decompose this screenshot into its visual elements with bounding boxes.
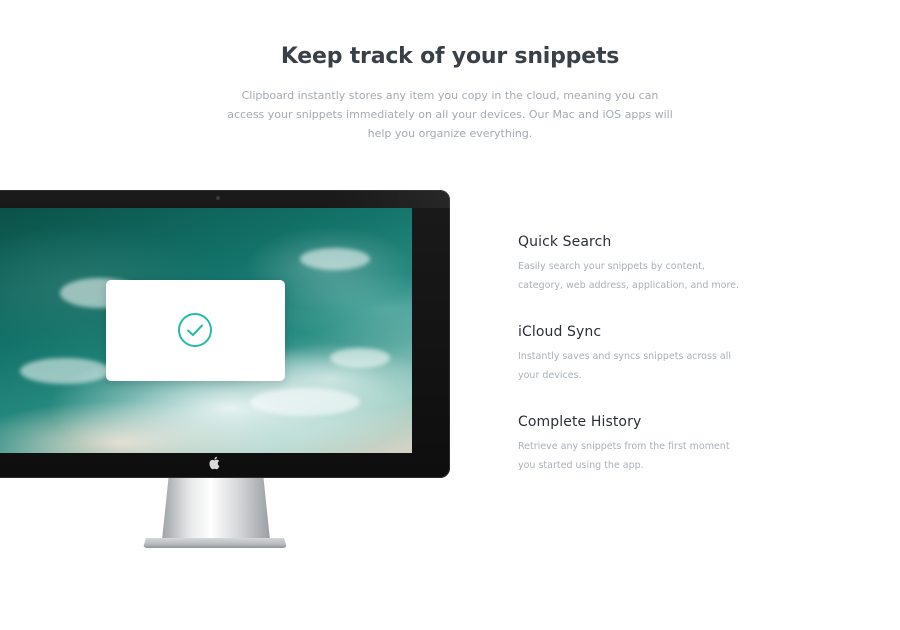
feature-icloud-sync: iCloud Sync Instantly saves and syncs sn… <box>518 324 748 385</box>
foam-patch <box>300 248 370 270</box>
monitor-screen <box>0 208 412 453</box>
feature-description: Retrieve any snippets from the first mom… <box>518 441 730 471</box>
monitor-glare <box>330 190 450 208</box>
feature-complete-history: Complete History Retrieve any snippets f… <box>518 414 748 475</box>
apple-logo-icon <box>209 456 220 470</box>
foam-patch <box>330 348 390 368</box>
section-description: Clipboard instantly stores any item you … <box>227 89 673 140</box>
confirmation-card <box>106 280 285 381</box>
monitor-stand <box>162 478 270 540</box>
feature-description: Easily search your snippets by content, … <box>518 261 740 291</box>
camera-dot <box>216 196 220 200</box>
feature-description: Instantly saves and syncs snippets acros… <box>518 351 732 381</box>
foam-patch <box>20 358 110 384</box>
feature-title: Quick Search <box>518 234 612 250</box>
feature-quick-search: Quick Search Easily search your snippets… <box>518 234 748 295</box>
monitor-stand-base <box>143 538 287 548</box>
monitor-illustration <box>0 190 450 478</box>
feature-list: Quick Search Easily search your snippets… <box>518 234 748 504</box>
foam-patch <box>250 388 360 416</box>
feature-title: iCloud Sync <box>518 324 602 340</box>
feature-title: Complete History <box>518 414 642 430</box>
section-title: Keep track of your snippets <box>280 44 620 69</box>
check-circle-icon <box>178 313 212 347</box>
